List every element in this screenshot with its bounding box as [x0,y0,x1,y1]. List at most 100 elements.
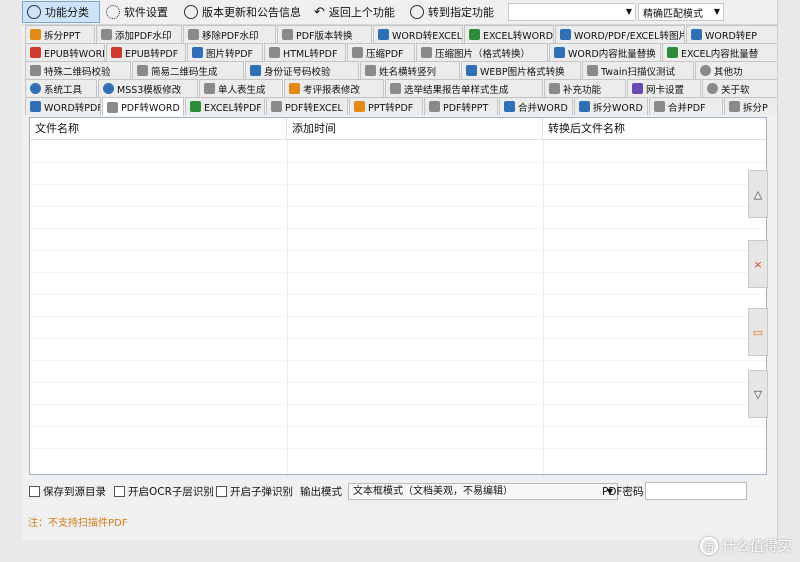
app-window: 功能分类 软件设置 版本更新和公告信息 ↶ 返回上个功能 转到指定功能 ▼ 精确… [22,0,778,540]
row-divider [30,338,766,339]
tab-system-tools[interactable]: 系统工具 [25,79,97,97]
tab-label: PDF版本转换 [296,30,353,42]
shield-icon [27,5,41,19]
html-icon [269,47,280,58]
column-header-output-name[interactable]: 转换后文件名称 [543,118,766,140]
tab-split-word[interactable]: 拆分WORD [574,97,648,115]
goto-function-button[interactable]: 转到指定功能 [406,1,498,23]
pdf-icon [282,29,293,40]
tab-ppt-to-pdf[interactable]: PPT转PDF [349,97,423,115]
file-list-table[interactable]: 文件名称 添加时间 转换后文件名称 [29,117,767,475]
tab-word-batch-replace[interactable]: WORD内容批量替换 [549,43,661,61]
scanner-icon [587,65,598,76]
pdf-icon [729,101,740,112]
tab-election-report[interactable]: 选举结果报告单样式生成 [385,79,543,97]
tab-evaluation-report[interactable]: 考评报表修改 [284,79,384,97]
tab-twain-scanner-test[interactable]: Twain扫描仪测试 [582,61,694,79]
epub-icon [111,47,122,58]
tab-label: WORD转PDF [44,102,101,114]
output-mode-select[interactable]: 文本框模式（文档美观，不易编辑） ▼ [348,483,618,500]
move-down-button[interactable]: ▽ [748,370,768,418]
excel-icon [469,29,480,40]
clear-button[interactable]: ▭ [748,308,768,356]
tab-compress-pdf[interactable]: 压缩PDF [347,43,415,61]
tab-special-qr-check[interactable]: 特殊二维码校验 [25,61,131,79]
tab-compress-image[interactable]: 压缩图片（格式转换） [416,43,548,61]
tab-pdf-to-ppt[interactable]: PDF转PPT [424,97,498,115]
tab-single-form[interactable]: 单人表生成 [199,79,283,97]
tab-to-image[interactable]: WORD/PDF/EXCEL转图片 [555,25,685,43]
form-icon [204,83,215,94]
tab-about[interactable]: 关于软 [702,79,777,97]
tab-label: WEBP图片格式转换 [480,66,565,78]
tab-pdf-version[interactable]: PDF版本转换 [277,25,372,43]
chevron-down-icon: ▼ [713,7,720,16]
row-divider [30,426,766,427]
tab-merge-word[interactable]: 合并WORD [499,97,573,115]
pdf-password-input[interactable] [645,482,747,500]
tab-label: 移除PDF水印 [202,30,259,42]
word-icon [554,47,565,58]
tab-word-to-excel[interactable]: WORD转EXCEL [373,25,463,43]
row-divider [30,228,766,229]
move-up-button[interactable]: △ [748,170,768,218]
arrow-right-icon [410,5,424,19]
tab-pdf-to-word[interactable]: PDF转WORD [102,97,184,116]
tab-label: 姓名横转竖列 [379,66,437,78]
tab-row-2: EPUB转WORD EPUB转PDF 图片转PDF HTML转PDF 压缩PDF… [22,43,777,61]
tab-row-1: 拆分PPT 添加PDF水印 移除PDF水印 PDF版本转换 WORD转EXCEL… [22,25,777,43]
tab-add-pdf-watermark[interactable]: 添加PDF水印 [96,25,182,43]
tab-label: 关于软 [721,84,750,96]
checkbox-box[interactable] [216,486,227,497]
tab-network-settings[interactable]: 网卡设置 [627,79,701,97]
tab-remove-pdf-watermark[interactable]: 移除PDF水印 [183,25,276,43]
enable-popup-checkbox[interactable]: 开启子弹识别 [216,484,293,499]
column-header-file-name[interactable]: 文件名称 [30,118,287,140]
function-category-button[interactable]: 功能分类 [22,1,100,23]
column-header-add-time[interactable]: 添加时间 [287,118,543,140]
tab-split-pdf[interactable]: 拆分P [724,97,777,115]
checkbox-box[interactable] [29,486,40,497]
checkbox-box[interactable] [114,486,125,497]
tab-excel-to-word[interactable]: EXCEL转WORD [464,25,554,43]
tab-split-ppt[interactable]: 拆分PPT [25,25,95,43]
tab-label: WORD/PDF/EXCEL转图片 [574,30,685,42]
triangle-down-icon: ▽ [753,387,763,401]
tab-epub-to-pdf[interactable]: EPUB转PDF [106,43,186,61]
tab-excel-to-pdf[interactable]: EXCEL转PDF [185,97,265,115]
save-to-source-checkbox[interactable]: 保存到源目录 [29,484,106,499]
output-mode-value: 文本框模式（文档美观，不易编辑） [353,486,513,497]
tab-webp-convert[interactable]: WEBP图片格式转换 [461,61,581,79]
tab-merge-pdf[interactable]: 合并PDF [649,97,723,115]
goto-function-label: 转到指定功能 [428,6,494,19]
tab-label: 拆分PPT [44,30,81,42]
tab-other-functions[interactable]: 其他功 [695,61,777,79]
tab-excel-batch-replace[interactable]: EXCEL内容批量替 [662,43,777,61]
ppt-icon [354,101,365,112]
tab-pdf-to-excel[interactable]: PDF转EXCEL [266,97,348,115]
row-divider [30,162,766,163]
word-icon [504,101,515,112]
tab-name-transpose[interactable]: 姓名横转竖列 [360,61,460,79]
back-previous-button[interactable]: ↶ 返回上个功能 [310,1,399,23]
tab-label: PPT转PDF [368,102,414,114]
tab-supplement[interactable]: 补充功能 [544,79,626,97]
tab-mss3-template[interactable]: MSS3模板修改 [98,79,198,97]
tab-simple-qr-generate[interactable]: 简易二维码生成 [132,61,244,79]
version-update-button[interactable]: 版本更新和公告信息 [180,1,305,23]
tab-word-to-pdf[interactable]: WORD转PDF [25,97,101,115]
tab-html-to-pdf[interactable]: HTML转PDF [264,43,346,61]
gear-icon [106,5,120,19]
enable-ocr-checkbox[interactable]: 开启OCR子层识别 [114,484,214,499]
tab-label: 选举结果报告单样式生成 [404,84,509,96]
version-update-label: 版本更新和公告信息 [202,6,301,19]
row-divider [30,184,766,185]
function-search-select[interactable]: ▼ [508,3,636,21]
delete-button[interactable]: × [748,240,768,288]
tab-word-to-epub[interactable]: WORD转EP [686,25,777,43]
tab-id-number-check[interactable]: 身份证号码校验 [245,61,359,79]
match-mode-select[interactable]: 精确匹配模式 ▼ [638,3,724,21]
tab-image-to-pdf[interactable]: 图片转PDF [187,43,263,61]
software-settings-button[interactable]: 软件设置 [102,1,172,23]
tab-epub-to-word[interactable]: EPUB转WORD [25,43,105,61]
